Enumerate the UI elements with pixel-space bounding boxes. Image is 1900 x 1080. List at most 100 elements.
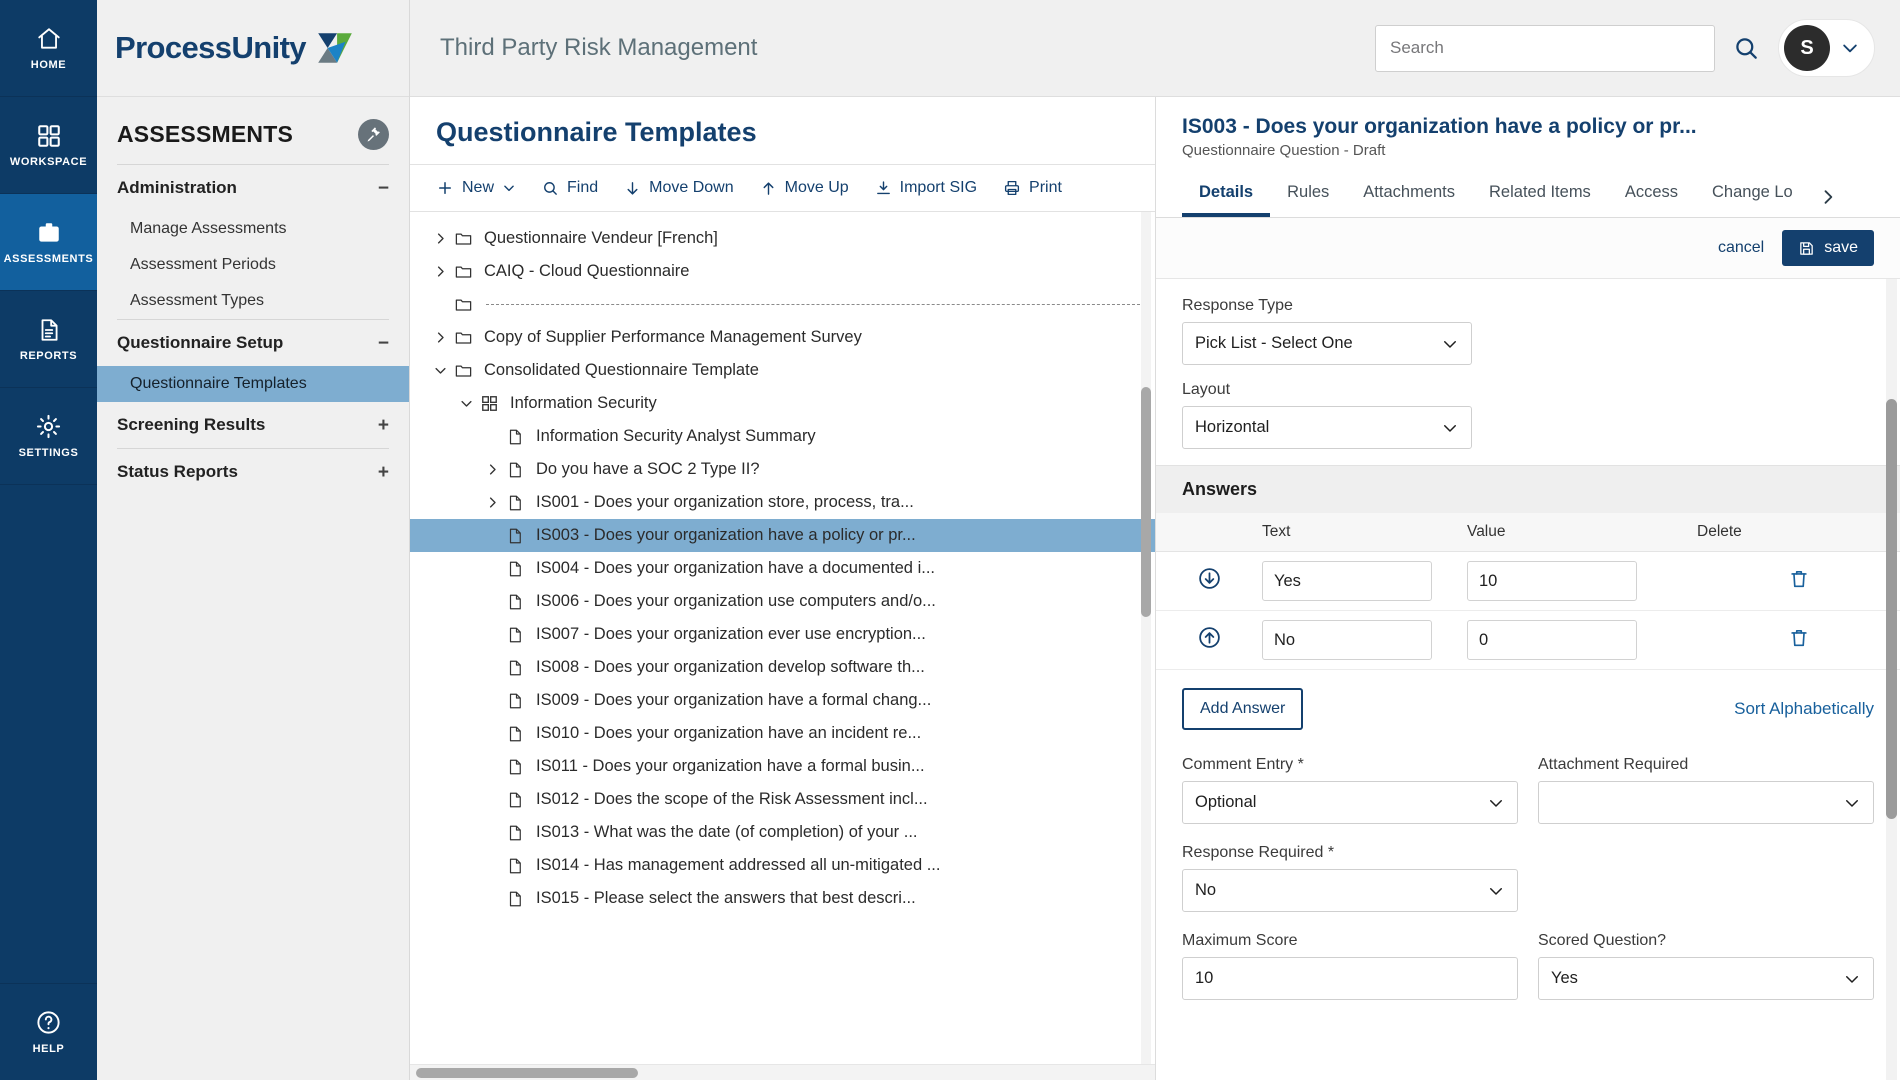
circle-arrow-down-icon[interactable] bbox=[1197, 566, 1222, 591]
move-up-button[interactable]: Move Up bbox=[760, 179, 849, 197]
tree-row[interactable]: Information Security bbox=[410, 387, 1155, 420]
rail-item-settings[interactable]: SETTINGS bbox=[0, 388, 97, 485]
chevron-right-icon[interactable] bbox=[426, 330, 454, 345]
field-layout: Layout Horizontal bbox=[1182, 381, 1874, 449]
tree-row[interactable]: Do you have a SOC 2 Type II? bbox=[410, 453, 1155, 486]
chevron-right-icon[interactable] bbox=[478, 495, 506, 510]
tree-row[interactable]: Information Security Analyst Summary bbox=[410, 420, 1155, 453]
tree-row[interactable]: IS012 - Does the scope of the Risk Asses… bbox=[410, 783, 1155, 816]
grid-icon bbox=[36, 123, 62, 149]
add-answer-button[interactable]: Add Answer bbox=[1182, 688, 1304, 730]
sidebar-item-assessment-types[interactable]: Assessment Types bbox=[97, 283, 409, 319]
tree-row[interactable]: IS001 - Does your organization store, pr… bbox=[410, 486, 1155, 519]
tab-rules[interactable]: Rules bbox=[1270, 171, 1346, 217]
find-button[interactable]: Find bbox=[542, 179, 598, 197]
trash-icon[interactable] bbox=[1788, 627, 1810, 649]
tree-scrollbar-thumb[interactable] bbox=[1141, 387, 1151, 617]
tree-separator-line bbox=[486, 304, 1145, 305]
tab-attachments[interactable]: Attachments bbox=[1346, 171, 1472, 217]
import-sig-button[interactable]: Import SIG bbox=[875, 179, 977, 197]
sidebar-item-questionnaire-templates[interactable]: Questionnaire Templates bbox=[97, 366, 409, 402]
pin-icon[interactable] bbox=[358, 119, 389, 150]
tree-row[interactable]: IS014 - Has management addressed all un-… bbox=[410, 849, 1155, 882]
detail-vertical-scrollbar[interactable] bbox=[1886, 279, 1897, 1080]
new-button[interactable]: New bbox=[436, 179, 516, 197]
cancel-button[interactable]: cancel bbox=[1718, 239, 1764, 257]
answer-text-input[interactable] bbox=[1262, 561, 1432, 601]
chevron-down-icon[interactable] bbox=[1840, 38, 1860, 58]
tree-hscrollbar-thumb[interactable] bbox=[416, 1068, 638, 1078]
maximum-score-input[interactable] bbox=[1182, 957, 1518, 1000]
expand-toggle-status-reports[interactable]: + bbox=[378, 463, 389, 482]
sidebar-title-row: ASSESSMENTS bbox=[97, 97, 409, 164]
answer-value-input[interactable] bbox=[1467, 561, 1637, 601]
sidebar-group-administration[interactable]: Administration − bbox=[97, 165, 409, 211]
response-required-select[interactable]: No bbox=[1182, 869, 1518, 912]
save-button[interactable]: save bbox=[1782, 230, 1874, 266]
tree-row[interactable]: IS010 - Does your organization have an i… bbox=[410, 717, 1155, 750]
response-required-label: Response Required * bbox=[1182, 844, 1335, 861]
comment-entry-select[interactable]: Optional bbox=[1182, 781, 1518, 824]
rail-item-workspace[interactable]: WORKSPACE bbox=[0, 97, 97, 194]
chevron-right-icon[interactable] bbox=[478, 462, 506, 477]
move-down-button[interactable]: Move Down bbox=[624, 179, 734, 197]
tree-row[interactable]: IS004 - Does your organization have a do… bbox=[410, 552, 1155, 585]
tree-row[interactable] bbox=[410, 288, 1155, 321]
attachment-required-select[interactable] bbox=[1538, 781, 1874, 824]
search-field-wrapper[interactable] bbox=[1375, 24, 1715, 72]
sidebar-item-manage-assessments[interactable]: Manage Assessments bbox=[97, 211, 409, 247]
trash-icon[interactable] bbox=[1788, 568, 1810, 590]
sidebar-group-questionnaire-setup[interactable]: Questionnaire Setup − bbox=[97, 320, 409, 366]
tree-row[interactable]: IS009 - Does your organization have a fo… bbox=[410, 684, 1155, 717]
tree-row[interactable]: IS011 - Does your organization have a fo… bbox=[410, 750, 1155, 783]
answers-header-row: Text Value Delete bbox=[1156, 513, 1900, 552]
collapse-toggle-questionnaire-setup[interactable]: − bbox=[378, 334, 389, 353]
tree-horizontal-scrollbar[interactable] bbox=[410, 1064, 1155, 1080]
answer-text-input[interactable] bbox=[1262, 620, 1432, 660]
circle-arrow-up-icon[interactable] bbox=[1197, 625, 1222, 650]
tab-change-log[interactable]: Change Lo bbox=[1695, 171, 1810, 217]
top-fields: Response Type Pick List - Select One Lay… bbox=[1156, 279, 1900, 449]
chevron-right-icon[interactable] bbox=[426, 264, 454, 279]
response-type-select[interactable]: Pick List - Select One bbox=[1182, 322, 1472, 365]
tree-row-label: Do you have a SOC 2 Type II? bbox=[536, 460, 760, 478]
tree-row[interactable]: CAIQ - Cloud Questionnaire bbox=[410, 255, 1155, 288]
tree-row-selected[interactable]: IS003 - Does your organization have a po… bbox=[410, 519, 1155, 552]
tree-row[interactable]: IS006 - Does your organization use compu… bbox=[410, 585, 1155, 618]
sidebar-item-assessment-periods[interactable]: Assessment Periods bbox=[97, 247, 409, 283]
expand-toggle-screening-results[interactable]: + bbox=[378, 416, 389, 435]
tab-access[interactable]: Access bbox=[1608, 171, 1695, 217]
rail-item-help[interactable]: HELP bbox=[0, 983, 97, 1080]
tree-row[interactable]: IS015 - Please select the answers that b… bbox=[410, 882, 1155, 915]
sidebar-group-screening-results[interactable]: Screening Results + bbox=[97, 402, 409, 448]
sidebar-group-status-reports[interactable]: Status Reports + bbox=[97, 449, 409, 495]
tree-row[interactable]: IS013 - What was the date (of completion… bbox=[410, 816, 1155, 849]
rail-item-assessments[interactable]: ASSESSMENTS bbox=[0, 194, 97, 291]
top-header: Third Party Risk Management S bbox=[410, 0, 1900, 97]
detail-scrollbar-thumb[interactable] bbox=[1886, 399, 1897, 819]
chevron-right-icon[interactable] bbox=[1812, 177, 1844, 217]
user-menu[interactable]: S bbox=[1778, 19, 1875, 77]
tab-related-items[interactable]: Related Items bbox=[1472, 171, 1608, 217]
tree-row[interactable]: Questionnaire Vendeur [French] bbox=[410, 222, 1155, 255]
processunity-logo-icon bbox=[314, 27, 356, 69]
chevron-down-icon[interactable] bbox=[426, 363, 454, 378]
layout-select[interactable]: Horizontal bbox=[1182, 406, 1472, 449]
search-input[interactable] bbox=[1390, 38, 1700, 58]
print-button[interactable]: Print bbox=[1003, 179, 1062, 197]
scored-question-select[interactable]: Yes bbox=[1538, 957, 1874, 1000]
tree-vertical-scrollbar[interactable] bbox=[1141, 212, 1151, 1064]
tree-row[interactable]: IS007 - Does your organization ever use … bbox=[410, 618, 1155, 651]
chevron-right-icon[interactable] bbox=[426, 231, 454, 246]
chevron-down-icon[interactable] bbox=[452, 396, 480, 411]
sort-alphabetically-link[interactable]: Sort Alphabetically bbox=[1734, 699, 1874, 719]
tab-details[interactable]: Details bbox=[1182, 171, 1271, 217]
search-icon[interactable] bbox=[1729, 35, 1764, 62]
collapse-toggle-administration[interactable]: − bbox=[378, 179, 389, 198]
rail-item-home[interactable]: HOME bbox=[0, 0, 97, 97]
answer-value-input[interactable] bbox=[1467, 620, 1637, 660]
tree-row[interactable]: Copy of Supplier Performance Management … bbox=[410, 321, 1155, 354]
rail-item-reports[interactable]: REPORTS bbox=[0, 291, 97, 388]
tree-row[interactable]: Consolidated Questionnaire Template bbox=[410, 354, 1155, 387]
tree-row[interactable]: IS008 - Does your organization develop s… bbox=[410, 651, 1155, 684]
